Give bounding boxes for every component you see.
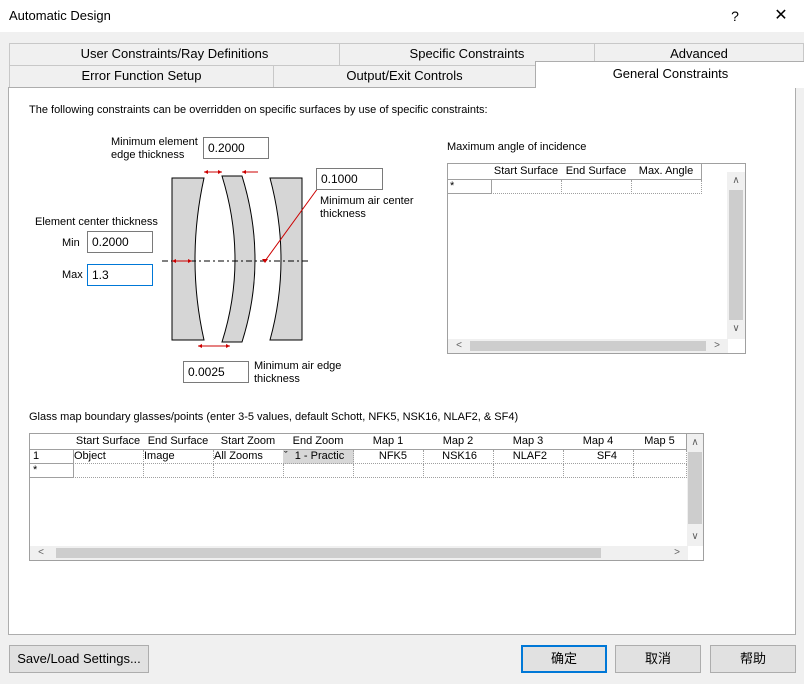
- lens-element-3: [269, 177, 303, 341]
- min-air-center-label-1: Minimum air center: [320, 195, 414, 207]
- glassmap-cell-end-surface[interactable]: Image: [143, 450, 214, 464]
- glassmap-col-end-surface[interactable]: End Surface: [143, 434, 214, 450]
- min-label: Min: [62, 237, 80, 249]
- glassmap-cell-start-surface[interactable]: Object: [73, 450, 144, 464]
- min-air-edge-label-1: Minimum air edge: [254, 360, 342, 372]
- aoi-cell[interactable]: [631, 180, 702, 194]
- aoi-vertical-scroll-thumb[interactable]: [729, 190, 743, 320]
- aoi-horizontal-scrollbar[interactable]: < >: [448, 339, 728, 353]
- glassmap-cell-map-5[interactable]: [633, 450, 687, 464]
- min-edge-label-1: Minimum element: [111, 136, 198, 148]
- aoi-vertical-scrollbar[interactable]: ∧ ∨: [727, 172, 745, 339]
- glassmap-vertical-scrollbar[interactable]: ∧ ∨: [687, 434, 703, 546]
- glassmap-corner: [30, 434, 74, 450]
- aoi-col-start-surface[interactable]: Start Surface: [491, 164, 562, 180]
- aoi-cell[interactable]: [491, 180, 562, 194]
- glassmap-cell[interactable]: [563, 464, 634, 478]
- glassmap-col-map-1[interactable]: Map 1: [353, 434, 424, 450]
- end-zoom-value: 1 - Practic: [294, 450, 345, 462]
- glassmap-cell-map-2[interactable]: NSK16: [423, 450, 494, 464]
- glassmap-cell[interactable]: [283, 464, 354, 478]
- glassmap-cell-map-1[interactable]: NFK5: [353, 450, 424, 464]
- cancel-button[interactable]: 取消: [615, 645, 701, 673]
- ok-button[interactable]: 确定: [521, 645, 607, 673]
- glassmap-col-end-zoom[interactable]: End Zoom: [283, 434, 354, 450]
- glassmap-cell[interactable]: [423, 464, 494, 478]
- glassmap-vertical-scroll-thumb[interactable]: [688, 452, 702, 524]
- glassmap-col-start-surface[interactable]: Start Surface: [73, 434, 144, 450]
- glassmap-cell-start-zoom[interactable]: All Zooms: [213, 450, 284, 464]
- tab-general-constraints[interactable]: General Constraints: [535, 61, 804, 88]
- aoi-cell[interactable]: [561, 180, 632, 194]
- aoi-label: Maximum angle of incidence: [447, 141, 587, 153]
- min-air-edge-label-2: thickness: [254, 373, 300, 385]
- glassmap-cell[interactable]: [213, 464, 284, 478]
- center-thickness-label: Element center thickness: [35, 216, 158, 228]
- scroll-right-icon[interactable]: >: [710, 339, 724, 353]
- min-air-center-label-2: thickness: [320, 208, 366, 220]
- glassmap-cell[interactable]: [353, 464, 424, 478]
- aoi-grid[interactable]: Start Surface End Surface Max. Angle * ∧…: [447, 163, 746, 354]
- scroll-down-icon[interactable]: ∨: [729, 322, 743, 336]
- glassmap-col-map-2[interactable]: Map 2: [423, 434, 494, 450]
- tab-error-function-setup[interactable]: Error Function Setup: [9, 65, 274, 87]
- dropdown-marker-icon: ˇ: [284, 450, 288, 462]
- glassmap-col-map-3[interactable]: Map 3: [493, 434, 564, 450]
- min-air-center-input[interactable]: 0.1000: [316, 168, 383, 190]
- aoi-horizontal-scroll-thumb[interactable]: [470, 341, 706, 351]
- save-load-settings-button[interactable]: Save/Load Settings...: [9, 645, 149, 673]
- help-title-button[interactable]: ?: [720, 0, 750, 32]
- scroll-left-icon[interactable]: <: [34, 546, 48, 560]
- glassmap-col-start-zoom[interactable]: Start Zoom: [213, 434, 284, 450]
- intro-text: The following constraints can be overrid…: [29, 104, 488, 116]
- tab-output-exit-controls[interactable]: Output/Exit Controls: [273, 65, 536, 87]
- glassmap-row-header[interactable]: 1: [30, 450, 74, 464]
- scroll-up-icon[interactable]: ∧: [729, 174, 743, 188]
- glassmap-label: Glass map boundary glasses/points (enter…: [29, 411, 519, 423]
- min-edge-thickness-input[interactable]: 0.2000: [203, 137, 269, 159]
- glassmap-cell-map-3[interactable]: NLAF2: [493, 450, 564, 464]
- lens-diagram: [162, 170, 319, 348]
- scroll-left-icon[interactable]: <: [452, 339, 466, 353]
- glassmap-col-map-5[interactable]: Map 5: [633, 434, 687, 450]
- close-button[interactable]: ✕: [758, 0, 804, 32]
- title-bar: Automatic Design ? ✕: [0, 0, 804, 32]
- min-air-edge-input[interactable]: 0.0025: [183, 361, 249, 383]
- scroll-up-icon[interactable]: ∧: [688, 436, 702, 450]
- scroll-right-icon[interactable]: >: [670, 546, 684, 560]
- aoi-new-row-header[interactable]: *: [448, 180, 492, 194]
- aoi-col-max-angle[interactable]: Max. Angle: [631, 164, 702, 180]
- glassmap-cell[interactable]: [493, 464, 564, 478]
- glassmap-horizontal-scrollbar[interactable]: < >: [30, 546, 688, 560]
- glassmap-cell-end-zoom[interactable]: ˇ 1 - Practic: [283, 450, 354, 464]
- glassmap-cell-map-4[interactable]: SF4: [563, 450, 634, 464]
- help-button[interactable]: 帮助: [710, 645, 796, 673]
- lens-element-2: [221, 175, 256, 343]
- aoi-col-end-surface[interactable]: End Surface: [561, 164, 632, 180]
- window-title: Automatic Design: [9, 8, 111, 23]
- min-center-thickness-input[interactable]: 0.2000: [87, 231, 153, 253]
- glassmap-cell[interactable]: [73, 464, 144, 478]
- aoi-corner: [448, 164, 492, 180]
- glassmap-col-map-4[interactable]: Map 4: [563, 434, 634, 450]
- glassmap-cell[interactable]: [633, 464, 687, 478]
- glassmap-new-row-header[interactable]: *: [30, 464, 74, 478]
- max-label: Max: [62, 269, 83, 281]
- glassmap-cell[interactable]: [143, 464, 214, 478]
- min-edge-label-2: edge thickness: [111, 149, 185, 161]
- glassmap-horizontal-scroll-thumb[interactable]: [56, 548, 601, 558]
- tab-user-constraints[interactable]: User Constraints/Ray Definitions: [9, 43, 340, 65]
- glassmap-grid[interactable]: Start Surface End Surface Start Zoom End…: [29, 433, 704, 561]
- max-center-thickness-input[interactable]: 1.3: [87, 264, 153, 286]
- scroll-down-icon[interactable]: ∨: [688, 530, 702, 544]
